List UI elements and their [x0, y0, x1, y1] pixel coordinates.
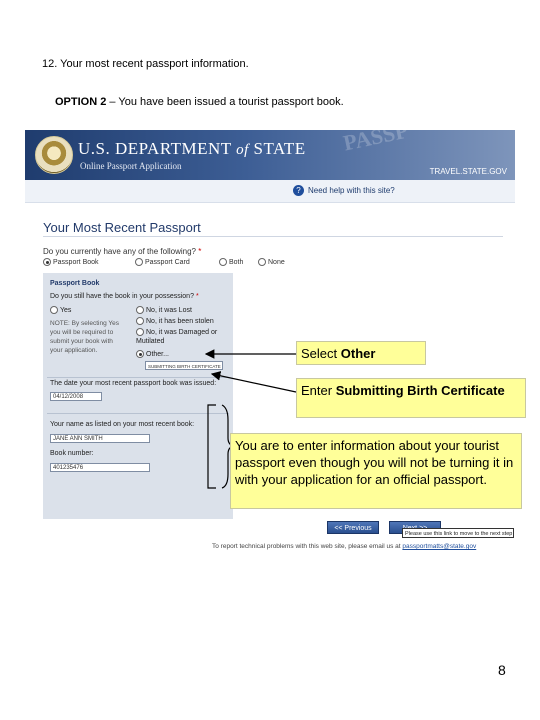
callout-text: Select [301, 346, 341, 361]
callout-enter-certificate: Enter Submitting Birth Certificate [296, 378, 526, 418]
callout-tourist-info: You are to enter information about your … [230, 433, 522, 509]
left-bracket [207, 404, 216, 489]
callout-bold: Submitting Birth Certificate [335, 383, 505, 398]
callout-bold: Other [340, 346, 376, 361]
callout-text: Enter [301, 383, 336, 398]
callout-select-other: Select Other [296, 341, 426, 365]
page-number: 8 [498, 662, 506, 678]
annotation-arrows [204, 349, 297, 489]
arrow-to-other-input [210, 371, 297, 393]
